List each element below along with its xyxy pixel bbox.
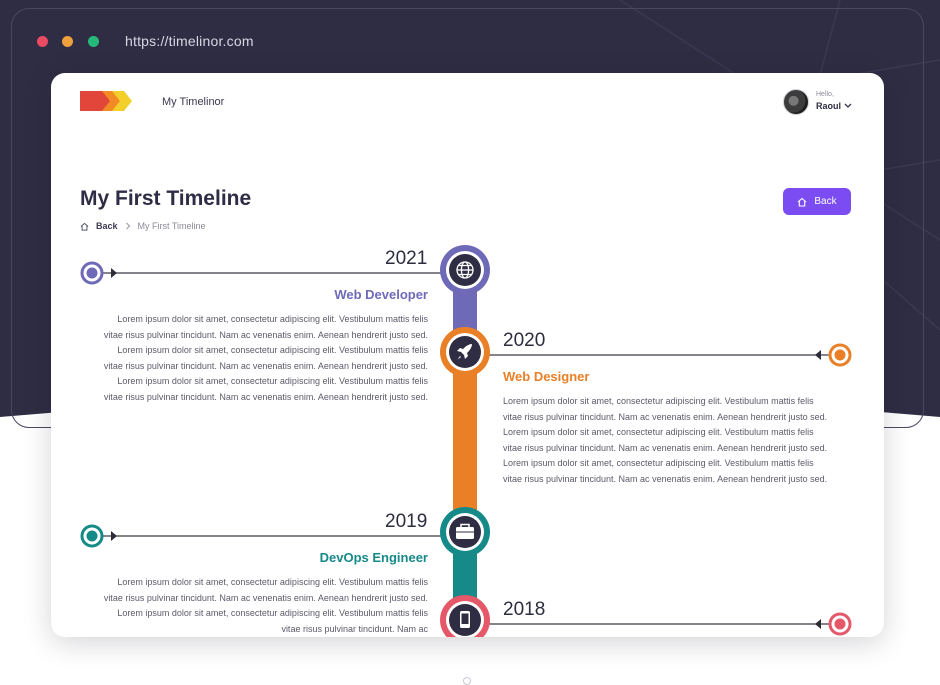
app-window: My Timelinor Hello, Raoul My First Timel… (51, 73, 884, 637)
address-bar-url[interactable]: https://timelinor.com (125, 33, 254, 49)
close-window-dot[interactable] (37, 36, 48, 47)
description-2021: Lorem ipsum dolor sit amet, consectetur … (103, 314, 428, 402)
node-2020[interactable] (440, 327, 490, 377)
year-2021: 2021 (385, 248, 428, 269)
description-2020: Lorem ipsum dolor sit amet, consectetur … (503, 396, 828, 484)
node-2021[interactable] (440, 245, 490, 295)
smartphone-icon (460, 611, 470, 628)
year-2020: 2020 (503, 330, 546, 351)
description-2019: Lorem ipsum dolor sit amet, consectetur … (103, 577, 428, 634)
year-2019: 2019 (385, 511, 428, 532)
role-2021: Web Developer (334, 287, 428, 302)
node-2018[interactable] (440, 595, 490, 637)
node-2019[interactable] (440, 507, 490, 557)
maximize-window-dot[interactable] (88, 36, 99, 47)
minimize-window-dot[interactable] (62, 36, 73, 47)
arrow-2020 (815, 350, 821, 360)
role-2020: Web Designer (503, 369, 590, 384)
arrow-2021 (111, 268, 117, 278)
scroll-indicator[interactable] (463, 677, 471, 685)
year-2018: 2018 (503, 599, 546, 620)
arrow-2019 (111, 531, 117, 541)
role-2019: DevOps Engineer (319, 550, 428, 565)
arrow-2018 (815, 619, 821, 629)
